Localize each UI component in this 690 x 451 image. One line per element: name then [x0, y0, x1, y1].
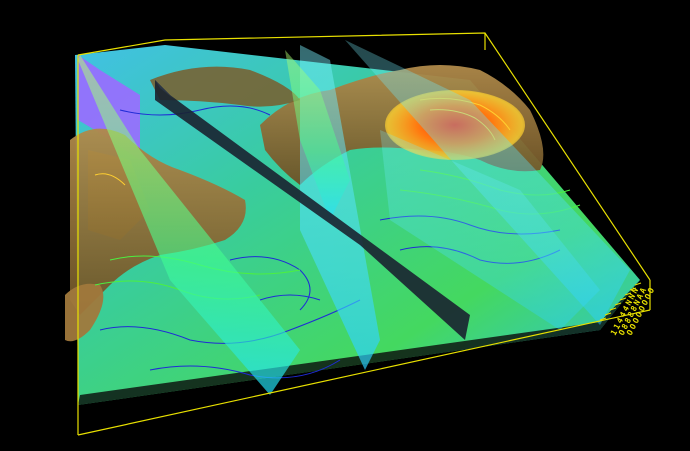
volume-visualization-viewport[interactable]: 11444NNN O8888NAA OOOOOOOO	[0, 0, 690, 451]
